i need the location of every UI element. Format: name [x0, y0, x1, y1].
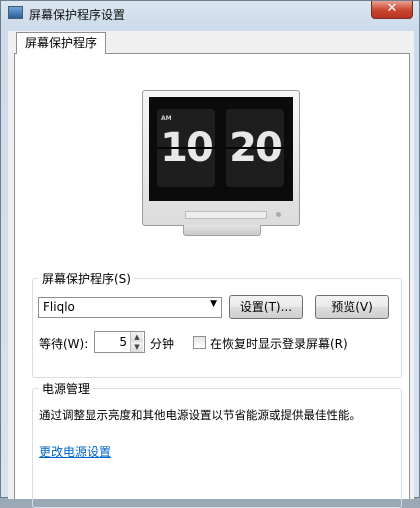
minute-digits: 20 — [229, 125, 283, 171]
wait-minutes-spinner[interactable]: 5 ▲ ▼ — [94, 331, 145, 353]
minute-flip-card: 20 — [226, 109, 284, 187]
preview-button[interactable]: 预览(V) — [315, 295, 389, 319]
screensaver-select[interactable]: Fliqlo ▼ — [38, 297, 222, 318]
power-led-icon — [276, 212, 281, 217]
tab-panel: AM 10 20 屏幕保护程序(S) Fliqlo ▼ 设置(T)... 预览(… — [14, 53, 410, 508]
hour-flip-card: AM 10 — [157, 109, 215, 187]
resume-login-checkbox[interactable] — [193, 336, 206, 349]
spin-down-icon[interactable]: ▼ — [130, 342, 143, 352]
dialog-client: 屏幕保护程序 AM 10 20 屏幕保护程序(S) Fliqlo ▼ 设置(T)… — [8, 31, 414, 508]
change-power-settings-link[interactable]: 更改电源设置 — [39, 443, 111, 460]
spin-up-icon[interactable]: ▲ — [130, 332, 143, 342]
power-description: 通过调整显示亮度和其他电源设置以节省能源或提供最佳性能。 — [39, 408, 361, 422]
hour-digits: 10 — [160, 125, 214, 171]
tab-screensaver[interactable]: 屏幕保护程序 — [16, 32, 107, 54]
monitor-preview: AM 10 20 — [142, 90, 300, 226]
chevron-down-icon: ▼ — [210, 299, 217, 309]
close-button[interactable]: ✕ — [371, 1, 413, 19]
screensaver-select-value: Fliqlo — [43, 300, 75, 314]
wait-label: 等待(W): — [39, 337, 89, 351]
screensaver-settings-window: 屏幕保护程序设置 ✕ 屏幕保护程序 AM 10 20 屏幕保护程序(S) Fli… — [0, 0, 420, 508]
monitor-stand — [183, 225, 261, 236]
wait-unit-label: 分钟 — [150, 337, 175, 351]
window-title: 屏幕保护程序设置 — [29, 8, 126, 22]
ampm-label: AM — [161, 115, 172, 122]
wait-minutes-value: 5 — [119, 335, 127, 349]
title-bar[interactable]: 屏幕保护程序设置 ✕ — [1, 1, 419, 27]
monitor-slot — [185, 211, 267, 219]
power-group-label: 电源管理 — [39, 380, 94, 397]
screensaver-group-label: 屏幕保护程序(S) — [39, 270, 134, 287]
screensaver-group: 屏幕保护程序(S) Fliqlo ▼ 设置(T)... 预览(V) 等待(W):… — [32, 270, 402, 378]
settings-button[interactable]: 设置(T)... — [229, 295, 303, 319]
monitor-icon — [8, 6, 23, 19]
resume-login-label[interactable]: 在恢复时显示登录屏幕(R) — [210, 335, 348, 352]
power-group: 电源管理 通过调整显示亮度和其他电源设置以节省能源或提供最佳性能。 更改电源设置 — [32, 380, 402, 508]
preview-screen: AM 10 20 — [149, 97, 293, 201]
